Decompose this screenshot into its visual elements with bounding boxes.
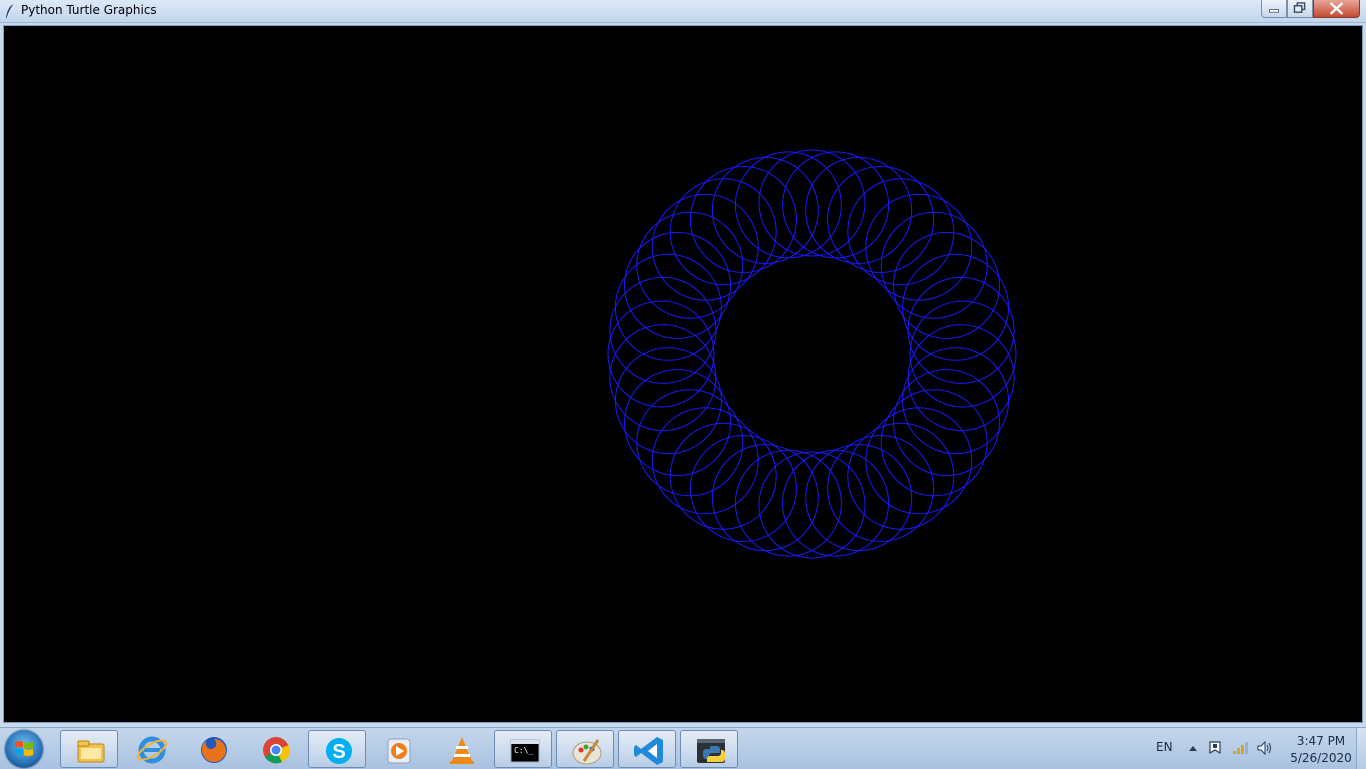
restore-icon: [1293, 2, 1306, 13]
volume-icon[interactable]: [1257, 741, 1273, 755]
taskbar-button-internet-explorer[interactable]: [122, 730, 180, 768]
spiro-circle: [865, 407, 973, 515]
restore-button[interactable]: [1287, 0, 1313, 18]
spiro-circle: [902, 253, 1010, 361]
show-hidden-icons-icon[interactable]: [1188, 744, 1198, 752]
vlc-icon: [450, 737, 474, 764]
minimize-button[interactable]: [1261, 0, 1287, 18]
taskbar-button-file-explorer[interactable]: [60, 730, 118, 768]
turtle-canvas[interactable]: [3, 25, 1363, 723]
taskbar-button-media-player[interactable]: [370, 730, 428, 768]
feather-icon: [6, 3, 15, 19]
spiro-circle: [805, 156, 913, 264]
file-explorer-icon: [77, 740, 105, 763]
spiro-circle: [902, 347, 1010, 455]
internet-explorer-icon: [136, 736, 168, 764]
spiro-circle: [734, 151, 842, 259]
taskbar-button-python[interactable]: [680, 730, 738, 768]
command-prompt-icon: C:\_: [510, 739, 540, 763]
spiro-circle: [782, 151, 890, 259]
close-button[interactable]: [1313, 0, 1360, 18]
spiro-circle: [651, 407, 759, 515]
spiro-circle: [651, 193, 759, 301]
taskbar-button-paint[interactable]: [556, 730, 614, 768]
spiro-circle: [614, 347, 722, 455]
windows-orb-icon: [15, 741, 33, 756]
spiro-circle: [782, 449, 890, 557]
svg-text:S: S: [332, 741, 345, 763]
spiro-circle: [909, 300, 1017, 408]
spiro-circle: [607, 300, 715, 408]
taskbar-button-skype[interactable]: S: [308, 730, 366, 768]
skype-icon: S: [326, 738, 352, 764]
language-indicator[interactable]: EN: [1156, 740, 1173, 754]
spiro-circle: [907, 324, 1015, 432]
paint-icon: [572, 739, 602, 765]
taskbar-button-chrome[interactable]: [246, 730, 304, 768]
start-button[interactable]: [5, 730, 43, 768]
media-player-icon: [387, 738, 411, 764]
python-icon: [697, 739, 725, 763]
close-icon: [1330, 2, 1343, 15]
spiro-circle: [805, 444, 913, 552]
taskbar-button-firefox[interactable]: [184, 730, 242, 768]
taskbar-button-command-prompt[interactable]: C:\_: [494, 730, 552, 768]
taskbar: S C:\_ EN 3:47 PM 5/26/2020: [0, 727, 1366, 769]
spiro-circle: [758, 149, 866, 257]
action-center-icon[interactable]: [1208, 740, 1222, 756]
title-bar[interactable]: Python Turtle Graphics: [0, 0, 1366, 23]
taskbar-button-vlc[interactable]: [432, 730, 490, 768]
vscode-icon: [634, 737, 663, 765]
spiro-circle: [758, 451, 866, 559]
chrome-icon: [263, 737, 290, 764]
turtle-window: Python Turtle Graphics: [0, 0, 1366, 727]
firefox-icon: [201, 737, 227, 763]
minimize-icon: [1269, 9, 1279, 13]
spirograph-drawing: [607, 149, 1017, 559]
spiro-circle: [609, 324, 717, 432]
spiro-circle: [865, 193, 973, 301]
clock-date[interactable]: 5/26/2020: [1286, 751, 1356, 765]
spiro-circle: [711, 156, 819, 264]
svg-text:C:\_: C:\_: [514, 746, 533, 755]
show-desktop-button[interactable]: [1356, 728, 1366, 769]
network-signal-icon[interactable]: [1232, 741, 1250, 755]
spiro-circle: [609, 276, 717, 384]
taskbar-button-vscode[interactable]: [618, 730, 676, 768]
spiro-circle: [734, 449, 842, 557]
window-title: Python Turtle Graphics: [21, 3, 157, 17]
spiro-circle: [907, 276, 1015, 384]
spiro-circle: [614, 253, 722, 361]
spiro-circle: [711, 444, 819, 552]
clock-time[interactable]: 3:47 PM: [1286, 734, 1356, 748]
